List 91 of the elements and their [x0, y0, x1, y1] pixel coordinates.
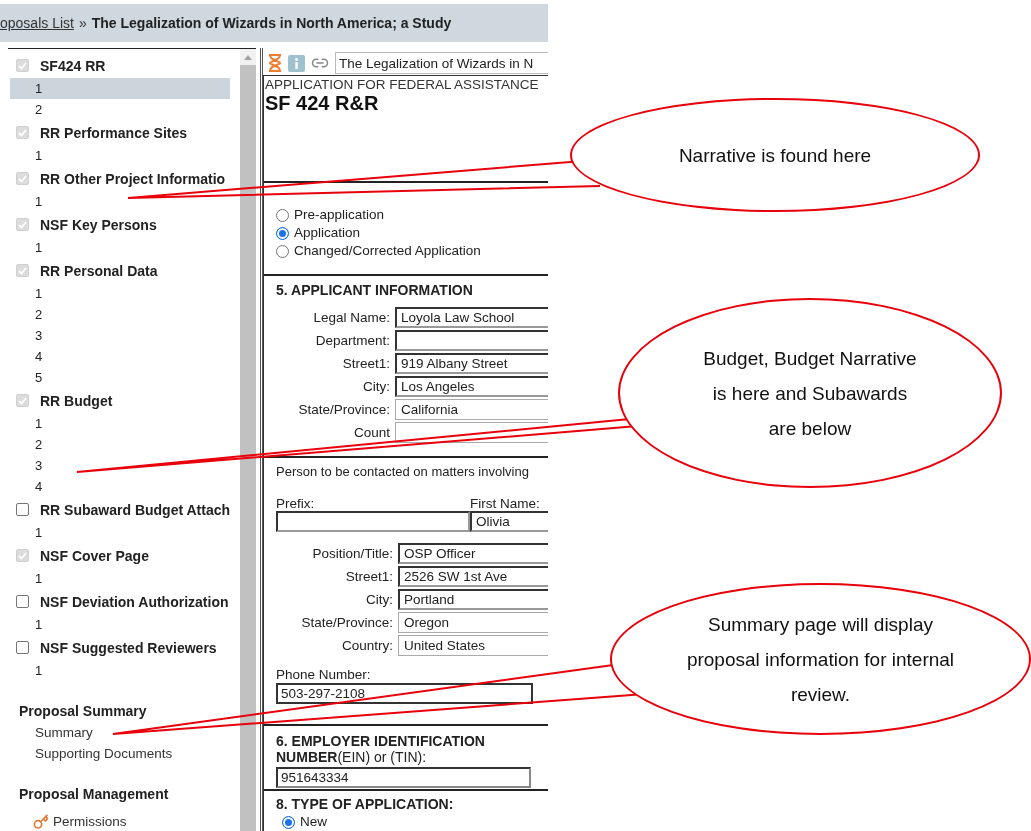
callout-text: Narrative is found here: [678, 143, 872, 168]
radio-button[interactable]: [276, 227, 289, 240]
callout-text: Budget, Budget Narrative is here and Subawards are below: [702, 346, 918, 441]
form-name: NSF Suggested Reviewers: [40, 639, 217, 656]
text-field[interactable]: Los Angeles: [395, 376, 548, 397]
select-field[interactable]: California: [395, 399, 548, 420]
page-link[interactable]: 2: [10, 434, 230, 455]
page-link[interactable]: 1: [10, 413, 230, 434]
field-label: Street1:: [344, 569, 394, 584]
text-field[interactable]: 2526 SW 1st Ave: [398, 566, 548, 587]
radio-label: Pre-application: [294, 206, 385, 222]
select-field[interactable]: United States: [398, 635, 548, 656]
page-link[interactable]: 2: [10, 99, 230, 120]
form-name: RR Other Project Informatio: [40, 170, 226, 187]
page-link[interactable]: 3: [10, 455, 230, 476]
page-link[interactable]: 5: [10, 367, 230, 388]
checkbox[interactable]: [16, 595, 29, 608]
title-field[interactable]: The Legalization of Wizards in N: [335, 52, 548, 74]
page-link[interactable]: 4: [10, 346, 230, 367]
field-label: Country:: [340, 638, 394, 653]
section-heading: Proposal Summary: [18, 702, 148, 721]
page-link[interactable]: 1: [10, 283, 230, 304]
checkbox[interactable]: [16, 641, 29, 654]
scroll-up-icon[interactable]: [244, 54, 252, 60]
form-name: NSF Cover Page: [40, 547, 149, 564]
contact-note: Person to be contacted on matters involving: [276, 464, 530, 479]
key-icon: [33, 813, 49, 830]
form-name: RR Subaward Budget Attach: [40, 501, 231, 518]
text-field[interactable]: OSP Officer: [398, 543, 548, 564]
scrollbar[interactable]: [240, 49, 256, 831]
radio-label: New: [300, 813, 327, 829]
form-name: RR Personal Data: [40, 262, 158, 279]
page-link[interactable]: 1: [10, 614, 230, 635]
breadcrumb-separator: »: [78, 15, 87, 31]
phone-field[interactable]: 503-297-2108: [276, 683, 533, 704]
form-name: RR Performance Sites: [40, 124, 188, 141]
form-name: NSF Deviation Authorization: [40, 593, 229, 610]
field-label: Legal Name:: [312, 310, 391, 325]
field-label: Street1:: [341, 356, 391, 371]
field-label: City:: [362, 379, 391, 394]
radio-button[interactable]: [276, 209, 289, 222]
text-field[interactable]: Loyola Law School: [395, 307, 548, 328]
field-label: Prefix:: [276, 496, 316, 511]
radio-label: Changed/Corrected Application: [294, 242, 481, 258]
text-field[interactable]: [395, 330, 548, 351]
breadcrumb-link[interactable]: oposals List: [0, 15, 74, 31]
form-name: RR Budget: [40, 392, 113, 409]
select-field[interactable]: [395, 422, 548, 443]
page-link[interactable]: 1: [10, 568, 230, 589]
section-heading: Proposal Management: [18, 785, 170, 804]
page-link[interactable]: 1: [10, 191, 230, 212]
field-label: State/Province:: [300, 615, 394, 630]
form-name: SF424 RR: [40, 57, 106, 74]
page-link[interactable]: 1: [10, 78, 230, 99]
page-link[interactable]: 1: [10, 237, 230, 258]
field-label: Phone Number:: [276, 667, 371, 682]
section-heading: 5. APPLICANT INFORMATION: [276, 282, 474, 298]
info-icon[interactable]: [288, 54, 305, 72]
field-label: Position/Title:: [311, 546, 394, 561]
form-name: NSF Key Persons: [40, 216, 157, 233]
permissions-link[interactable]: Permissions: [0, 811, 240, 831]
text-field[interactable]: 919 Albany Street: [395, 353, 548, 374]
callout-text: Summary page will display proposal information for internal review.: [685, 612, 956, 707]
form-title: SF 424 R&R: [265, 92, 380, 115]
checkbox[interactable]: [16, 503, 29, 516]
text-field[interactable]: Portland: [398, 589, 548, 610]
section-heading: 8. TYPE OF APPLICATION:: [276, 796, 455, 812]
select-field[interactable]: Oregon: [398, 612, 548, 633]
ein-heading: 6. EMPLOYER IDENTIFICATION NUMBER(EIN) or (TIN):: [276, 733, 486, 765]
form-subtitle: APPLICATION FOR FEDERAL ASSISTANCE: [265, 77, 540, 92]
page-link[interactable]: 1: [10, 660, 230, 681]
text-field[interactable]: Olivia: [470, 511, 548, 532]
field-label: Count: [352, 425, 391, 440]
text-field[interactable]: [276, 511, 470, 532]
field-label: City:: [365, 592, 394, 607]
sidebar-link[interactable]: Summary: [0, 722, 240, 743]
page-link[interactable]: 2: [10, 304, 230, 325]
radio-label: Application: [294, 224, 361, 240]
radio-button[interactable]: [276, 245, 289, 258]
field-label: Department:: [314, 333, 391, 348]
ein-field[interactable]: 951643334: [276, 767, 531, 788]
page-link[interactable]: 4: [10, 476, 230, 497]
field-label: State/Province:: [297, 402, 391, 417]
page-title: The Legalization of Wizards in North America; a Study: [91, 15, 452, 31]
field-label: First Name:: [470, 496, 540, 511]
page-link[interactable]: 1: [10, 522, 230, 543]
hourglass-icon[interactable]: [268, 54, 282, 72]
radio-button[interactable]: [282, 816, 295, 829]
sidebar-link[interactable]: Supporting Documents: [0, 743, 240, 764]
page-link[interactable]: 3: [10, 325, 230, 346]
page-link[interactable]: 1: [10, 145, 230, 166]
